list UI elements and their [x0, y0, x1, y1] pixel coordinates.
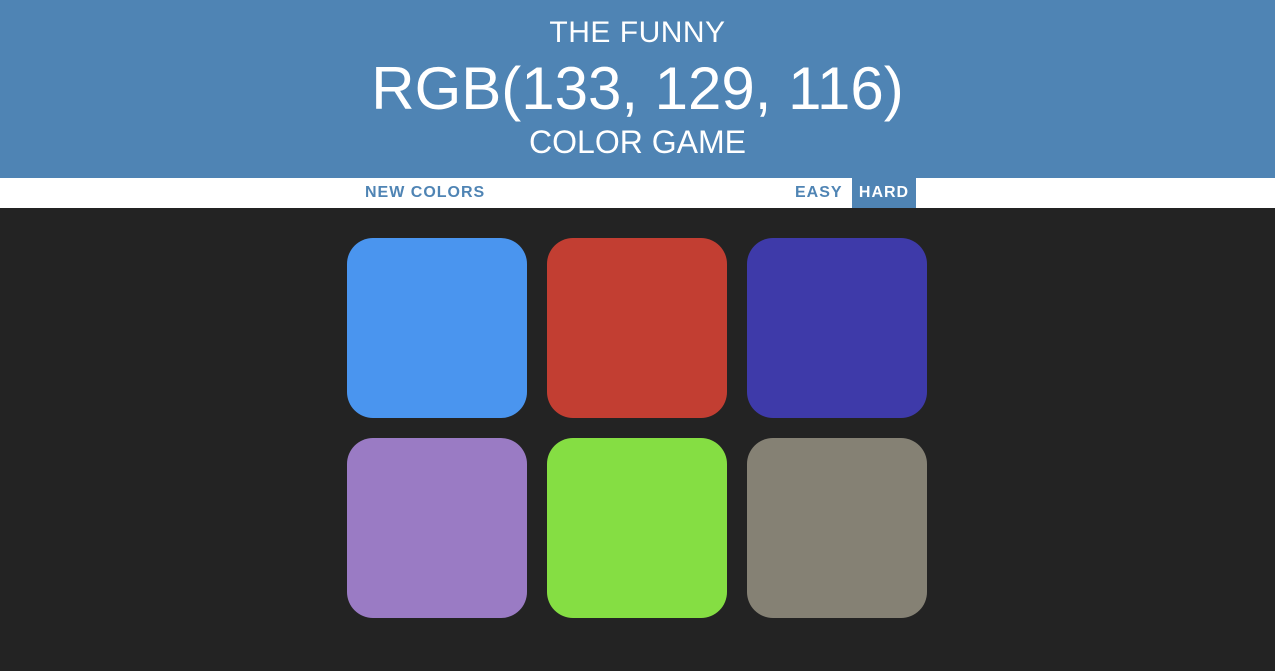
title-line-top: THE FUNNY [549, 16, 726, 49]
easy-mode-button[interactable]: EASY [788, 178, 850, 208]
target-color-display: RGB(133, 129, 116) [371, 55, 904, 122]
color-square[interactable] [547, 438, 727, 618]
color-square[interactable] [547, 238, 727, 418]
hard-mode-button[interactable]: HARD [852, 178, 916, 208]
control-bar: NEW COLORS EASY HARD [0, 178, 1275, 208]
color-board [0, 208, 1275, 671]
color-square[interactable] [747, 438, 927, 618]
color-square[interactable] [347, 438, 527, 618]
new-colors-button[interactable]: NEW COLORS [358, 178, 492, 208]
color-square[interactable] [347, 238, 527, 418]
game-header: THE FUNNY RGB(133, 129, 116) COLOR GAME [0, 0, 1275, 178]
title-line-bottom: COLOR GAME [529, 124, 746, 160]
color-square[interactable] [747, 238, 927, 418]
